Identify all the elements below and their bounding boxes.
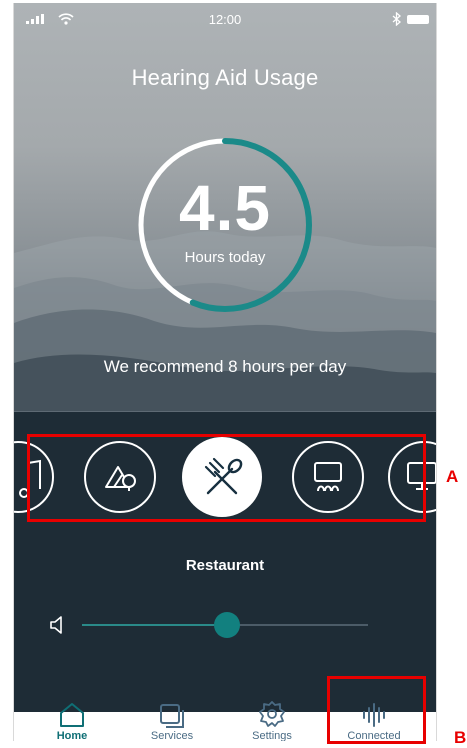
home-icon (60, 703, 84, 727)
volume-control (14, 603, 436, 643)
status-bar: 12:00 (14, 3, 436, 37)
selected-program-label: Restaurant (185, 557, 265, 574)
tab-home-label: Home (56, 730, 88, 741)
tab-home[interactable]: Home (24, 703, 120, 741)
programs-highlight-box (27, 434, 426, 522)
battery-icon (407, 15, 429, 24)
bluetooth-icon (392, 12, 401, 26)
volume-track-filled[interactable] (82, 624, 226, 626)
page-title: Hearing Aid Usage (131, 65, 319, 90)
speaker-icon (50, 616, 62, 634)
connected-highlight-box (327, 676, 426, 744)
recommendation-text: We recommend 8 hours per day (103, 357, 347, 376)
tab-settings-label: Settings (252, 730, 292, 741)
tab-settings[interactable]: Settings (224, 701, 320, 741)
status-time: 12:00 (208, 12, 242, 27)
phone-screen: 12:00 Hearing Aid Usage 4.5 Hours today … (13, 3, 437, 741)
volume-track[interactable] (226, 624, 368, 626)
usage-hero: 12:00 Hearing Aid Usage 4.5 Hours today … (14, 3, 436, 411)
usage-hours-value: 4.5 (179, 172, 271, 244)
volume-slider-knob[interactable] (214, 612, 240, 638)
tab-services-label: Services (150, 730, 194, 741)
tab-services[interactable]: Services (124, 704, 220, 741)
connected-callout-label: B (454, 728, 467, 747)
programs-callout-label: A (446, 467, 459, 486)
services-icon (160, 704, 184, 728)
usage-unit-label: Hours today (184, 249, 266, 266)
settings-icon (259, 701, 285, 727)
